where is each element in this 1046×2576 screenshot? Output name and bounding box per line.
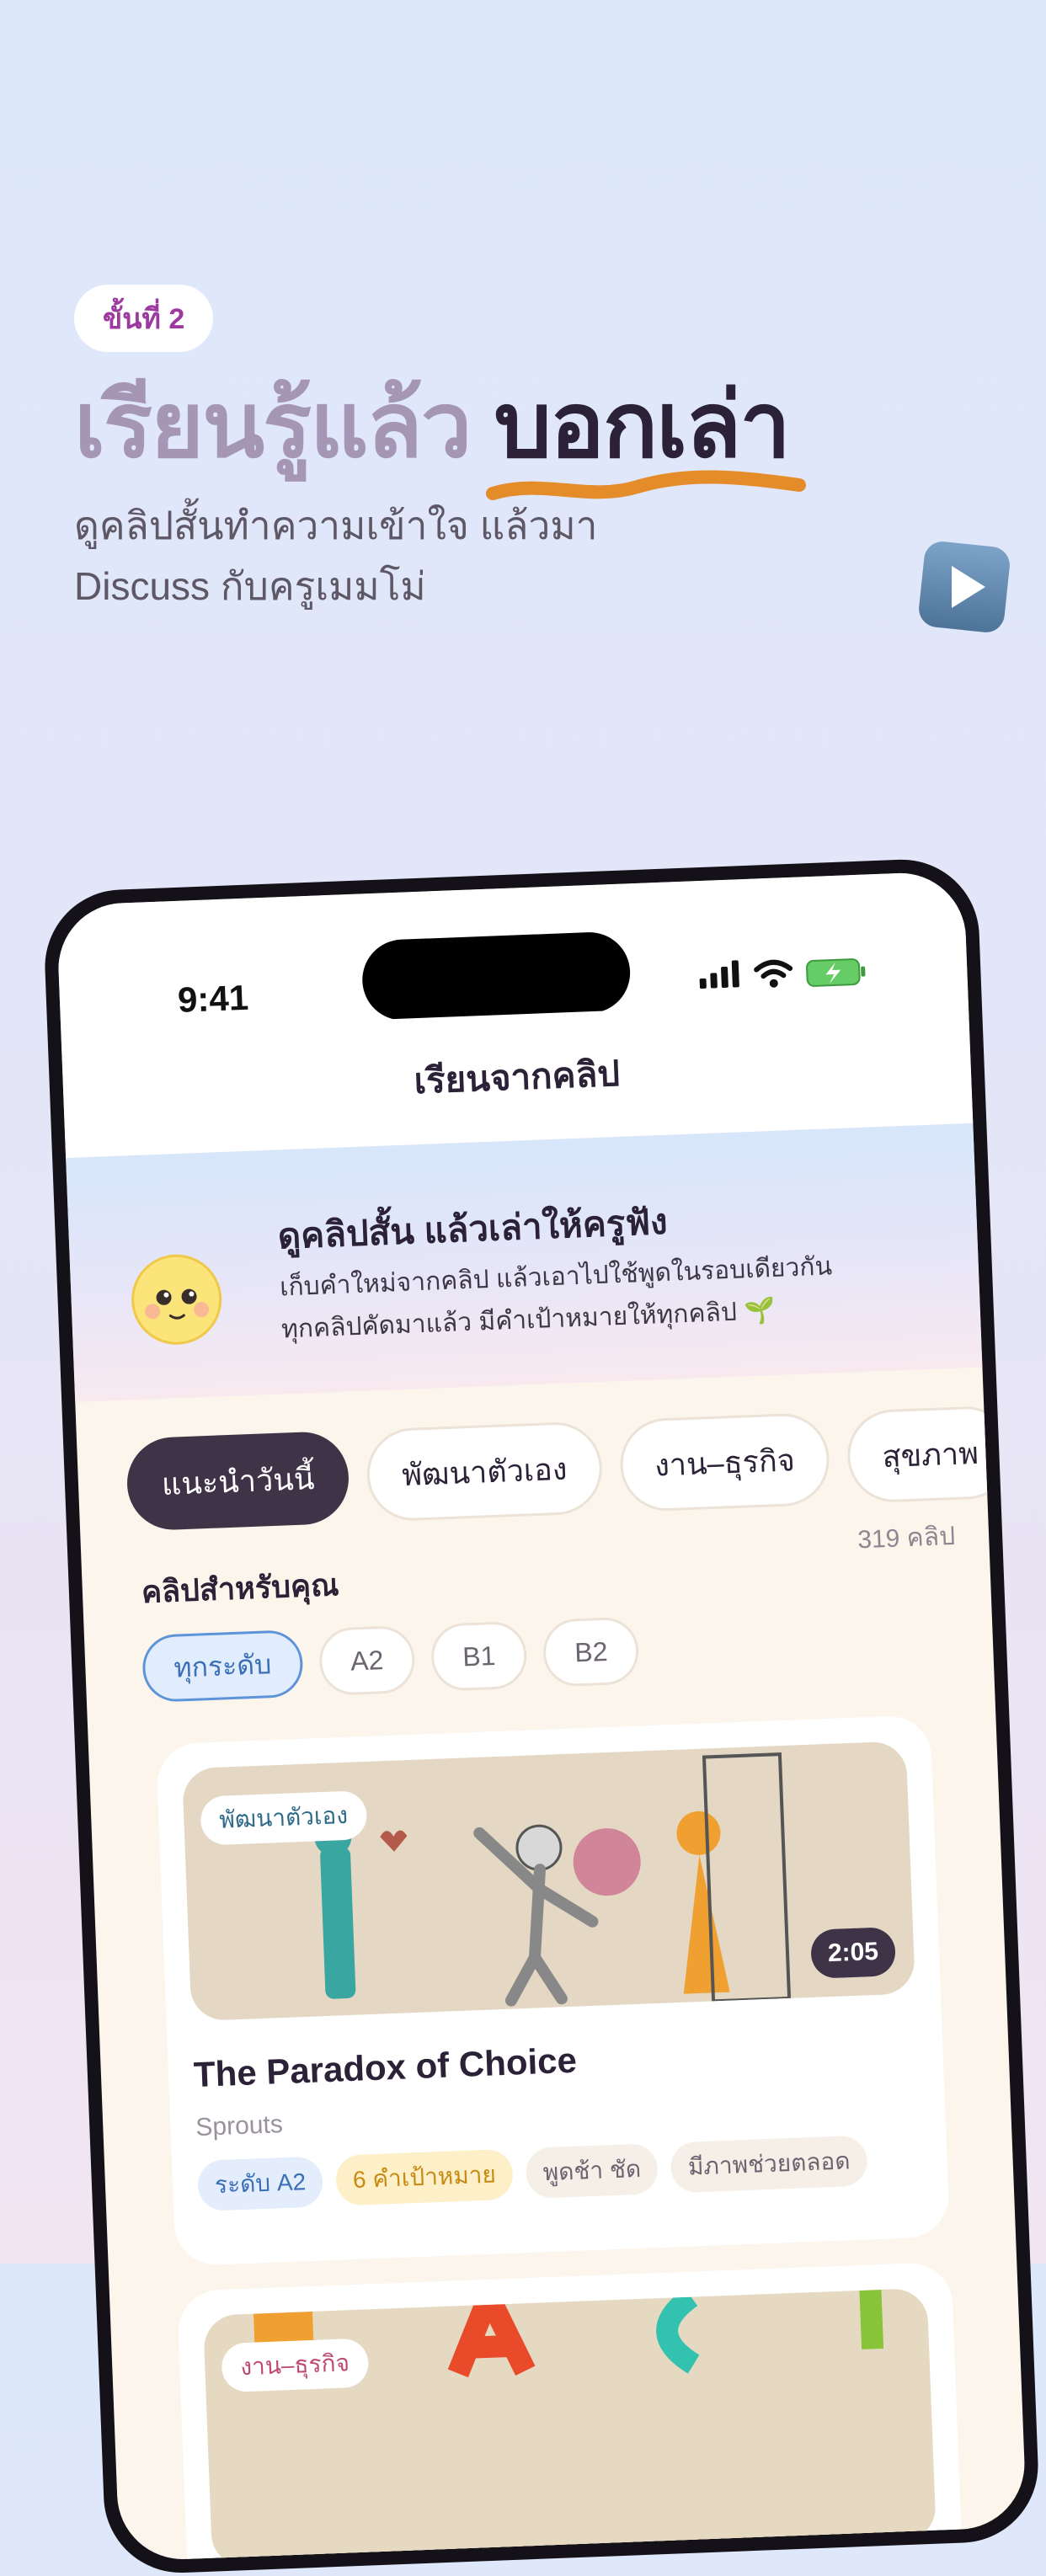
thumbnail-illustration	[182, 1741, 915, 2022]
headline-emphasis-text: บอกเล่า	[494, 374, 792, 476]
clip-count: 319 คลิป	[857, 1522, 956, 1555]
clip-tags: ระดับ A2 6 คำเป้าหมาย พูดช้า ชัด มีภาพช่…	[196, 2135, 868, 2212]
step-label: ขั้นที่ 2	[103, 303, 185, 335]
intro-banner: ดูคลิปสั้น แล้วเล่าให้ครูฟัง เก็บคำใหม่จ…	[66, 1123, 983, 1402]
category-chip-recommended[interactable]: แนะนำวันนี้	[125, 1430, 351, 1532]
subtitle-line-1: ดูคลิปสั้นทำความเข้าใจ แล้วมา	[74, 504, 598, 547]
clip-card-2[interactable]: งาน–ธุรกิจ	[176, 2261, 964, 2562]
tag-visual-aid: มีภาพช่วยตลอด	[670, 2135, 868, 2194]
level-filter-b2[interactable]: B2	[542, 1616, 640, 1688]
section-title: คลิปสำหรับคุณ	[141, 1567, 340, 1610]
wifi-icon	[754, 959, 793, 979]
level-filter-b1[interactable]: B1	[430, 1620, 528, 1692]
status-icons	[699, 958, 866, 989]
clip-title: The Paradox of Choice	[193, 2040, 578, 2095]
status-time: 9:41	[177, 977, 249, 1020]
headline: เรียนรู้แล้ว บอกเล่า	[74, 371, 806, 500]
nav-title: เรียนจากคลิป	[413, 1053, 621, 1101]
smiley-face-icon	[131, 1254, 222, 1345]
clip-card[interactable]: พัฒนาตัวเอง 2:05 The Paradox of Choice S…	[155, 1715, 951, 2267]
dynamic-island	[360, 931, 632, 1022]
phone-screen: 9:41 เรียนจากคลิป ดูคลิปสั้น แล้วเล่าให้…	[56, 870, 1027, 2562]
thumbnail-illustration-2	[203, 2287, 937, 2562]
level-filter-a2[interactable]: A2	[318, 1624, 416, 1697]
clip-thumbnail[interactable]: พัฒนาตัวเอง 2:05	[182, 1741, 915, 2022]
tag-level: ระดับ A2	[196, 2156, 324, 2212]
play-button-icon	[919, 541, 1010, 632]
cellular-signal-icon	[699, 960, 739, 989]
clip-category-tag-2: งาน–ธุรกิจ	[221, 2338, 370, 2393]
clip-thumbnail-2[interactable]: งาน–ธุรกิจ	[203, 2287, 937, 2562]
headline-emphasis: บอกเล่า	[485, 371, 806, 500]
step-badge: ขั้นที่ 2	[74, 285, 214, 352]
category-chip-self-improvement[interactable]: พัฒนาตัวเอง	[366, 1421, 604, 1523]
category-chip-business[interactable]: งาน–ธุรกิจ	[618, 1411, 831, 1513]
category-chips: แนะนำวันนี้ พัฒนาตัวเอง งาน–ธุรกิจ สุขภา…	[125, 1402, 1027, 1532]
headline-muted: เรียนรู้แล้ว	[74, 374, 472, 476]
level-filters: ทุกระดับ A2 B1 B2	[141, 1616, 640, 1704]
tag-target-words: 6 คำเป้าหมาย	[334, 2148, 514, 2206]
clip-source: Sprouts	[195, 2110, 284, 2142]
category-chip-health[interactable]: สุขภาพ	[846, 1405, 1015, 1504]
tag-speech-pace: พูดช้า ชัด	[525, 2143, 659, 2200]
phone-mockup: 9:41 เรียนจากคลิป ดูคลิปสั้น แล้วเล่าให้…	[42, 856, 1041, 2576]
clip-category-tag: พัฒนาตัวเอง	[200, 1790, 368, 1846]
battery-charging-icon	[806, 958, 866, 987]
clip-duration: 2:05	[809, 1927, 897, 1979]
subtitle: ดูคลิปสั้นทำความเข้าใจ แล้วมา Discuss กั…	[74, 495, 664, 616]
level-filter-all[interactable]: ทุกระดับ	[141, 1629, 304, 1704]
banner-title: ดูคลิปสั้น แล้วเล่าให้ครูฟัง	[276, 1201, 669, 1256]
subtitle-line-2: Discuss กับครูเมมโม่	[74, 564, 426, 608]
